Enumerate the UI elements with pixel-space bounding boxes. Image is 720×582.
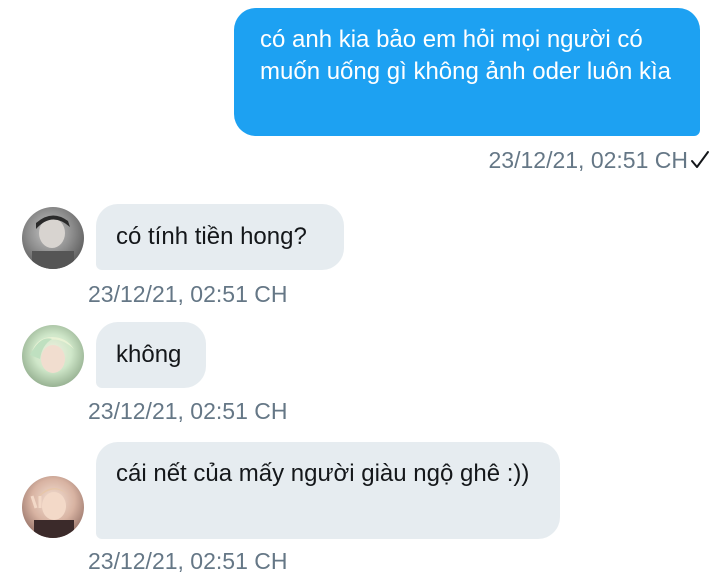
message-text: có anh kia bảo em hỏi mọi người có muốn … — [260, 26, 671, 85]
message-timestamp: 23/12/21, 02:51 CH — [88, 281, 288, 307]
message-timestamp: 23/12/21, 02:51 CH — [88, 548, 288, 574]
message-text: không — [116, 341, 182, 368]
avatar[interactable] — [22, 476, 84, 538]
user-photo-icon — [32, 215, 74, 269]
message-text: có tính tiền hong? — [116, 223, 307, 250]
incoming-message-bubble[interactable]: không — [96, 322, 206, 388]
user-photo-icon — [30, 337, 74, 373]
incoming-message-bubble[interactable]: có tính tiền hong? — [96, 204, 344, 270]
user-photo-icon — [30, 488, 74, 538]
avatar[interactable] — [22, 325, 84, 387]
incoming-message-bubble[interactable]: cái nết của mấy người giàu ngộ ghê :)) — [96, 442, 560, 539]
message-text: cái nết của mấy người giàu ngộ ghê :)) — [116, 460, 530, 487]
message-timestamp: 23/12/21, 02:51 CH — [88, 398, 288, 424]
check-icon — [691, 151, 709, 168]
avatar[interactable] — [22, 207, 84, 269]
outgoing-message-bubble[interactable]: có anh kia bảo em hỏi mọi người có muốn … — [234, 8, 700, 136]
message-timestamp: 23/12/21, 02:51 CH — [488, 147, 688, 173]
